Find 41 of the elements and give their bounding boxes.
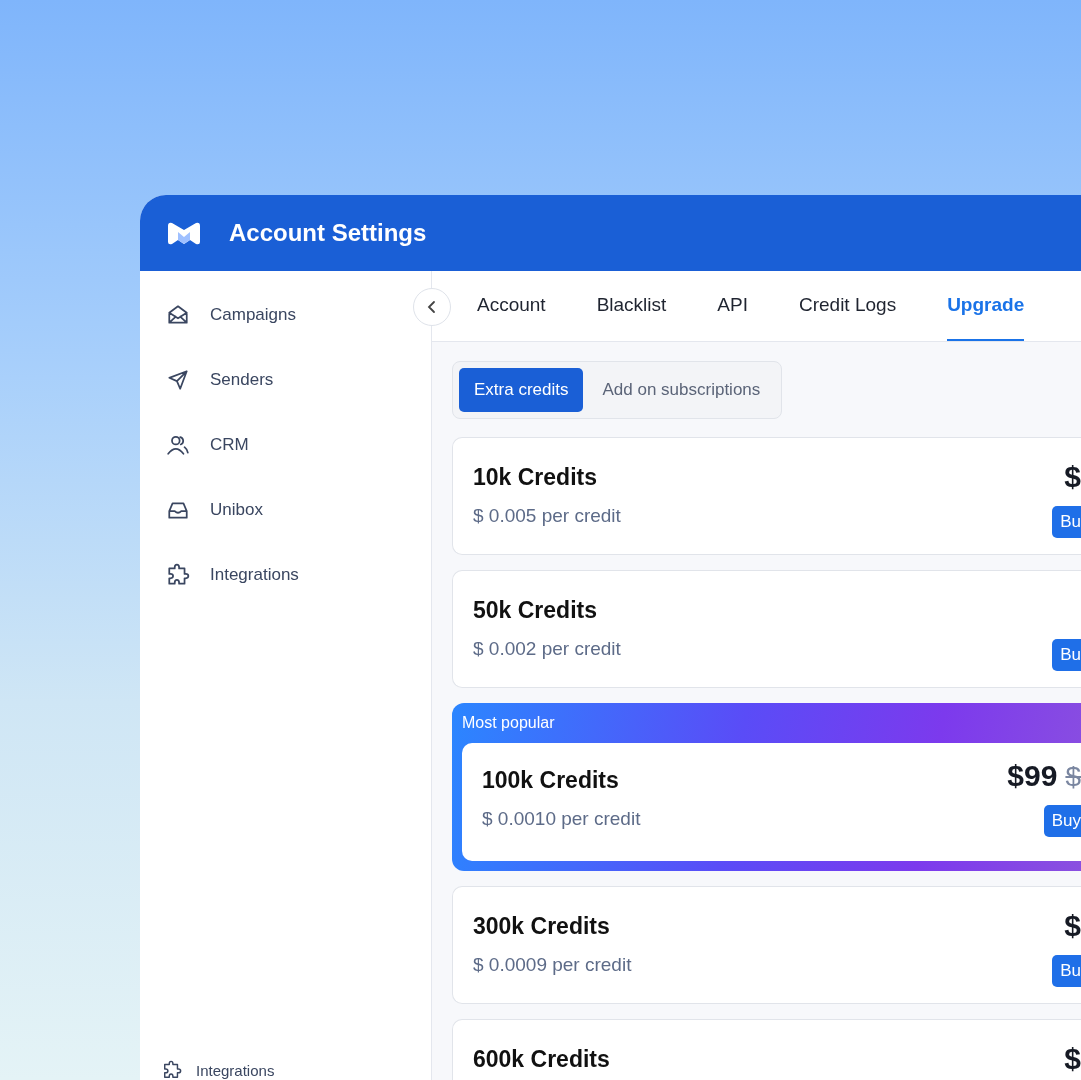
toggle-option[interactable]: Extra credits bbox=[459, 368, 584, 412]
popular-label: Most popular bbox=[462, 713, 556, 733]
paper-plane-icon bbox=[166, 368, 190, 392]
plan-rate: $ 0.0010 per credit bbox=[482, 808, 641, 830]
toggle-option[interactable]: Add on subscriptions bbox=[587, 368, 776, 412]
price: $ bbox=[1064, 909, 1081, 943]
plan-rate: $ 0.005 per credit bbox=[473, 505, 621, 527]
buy-button[interactable]: Bu bbox=[1052, 506, 1081, 538]
plan-title: 10k Credits bbox=[473, 464, 598, 491]
tab[interactable]: Credit Logs bbox=[798, 271, 897, 341]
buy-button[interactable]: Bu bbox=[1052, 955, 1081, 987]
puzzle-icon bbox=[166, 563, 190, 587]
plan-title: 50k Credits bbox=[473, 597, 598, 624]
sidebar-item[interactable]: Campaigns bbox=[166, 303, 296, 327]
plan-title: 300k Credits bbox=[473, 913, 611, 940]
buy-button[interactable]: Bu bbox=[1052, 639, 1081, 671]
price: $ bbox=[1064, 1042, 1081, 1076]
price: $ bbox=[1064, 460, 1081, 494]
tab[interactable]: Blacklist bbox=[596, 271, 667, 341]
tab[interactable]: API bbox=[717, 271, 748, 341]
tab[interactable]: Account bbox=[477, 271, 546, 341]
plan-rate: $ 0.0009 per credit bbox=[473, 954, 632, 976]
chevron-left-icon bbox=[426, 300, 438, 314]
buy-button[interactable]: Buy bbox=[1043, 805, 1081, 837]
tab[interactable]: Upgrade bbox=[947, 271, 1025, 341]
puzzle-icon bbox=[162, 1060, 182, 1080]
window-title: Account Settings bbox=[229, 219, 427, 247]
price: $99 bbox=[1007, 759, 1058, 793]
users-icon bbox=[166, 433, 190, 457]
old-price: $ bbox=[1065, 761, 1081, 793]
sidebar-item[interactable]: Integrations bbox=[166, 563, 299, 587]
sidebar-item[interactable]: Integrations bbox=[162, 1060, 431, 1080]
plan-title: 100k Credits bbox=[482, 767, 620, 794]
collapse-button[interactable] bbox=[413, 288, 451, 326]
sidebar-item[interactable]: Unibox bbox=[166, 498, 263, 522]
plan-rate: $ 0.002 per credit bbox=[473, 638, 621, 660]
sidebar-item[interactable]: Senders bbox=[166, 368, 274, 392]
logo-icon bbox=[166, 220, 202, 246]
envelope-icon bbox=[166, 303, 190, 327]
sidebar-item[interactable]: CRM bbox=[166, 433, 249, 457]
plan-title: 600k Credits bbox=[473, 1046, 610, 1073]
